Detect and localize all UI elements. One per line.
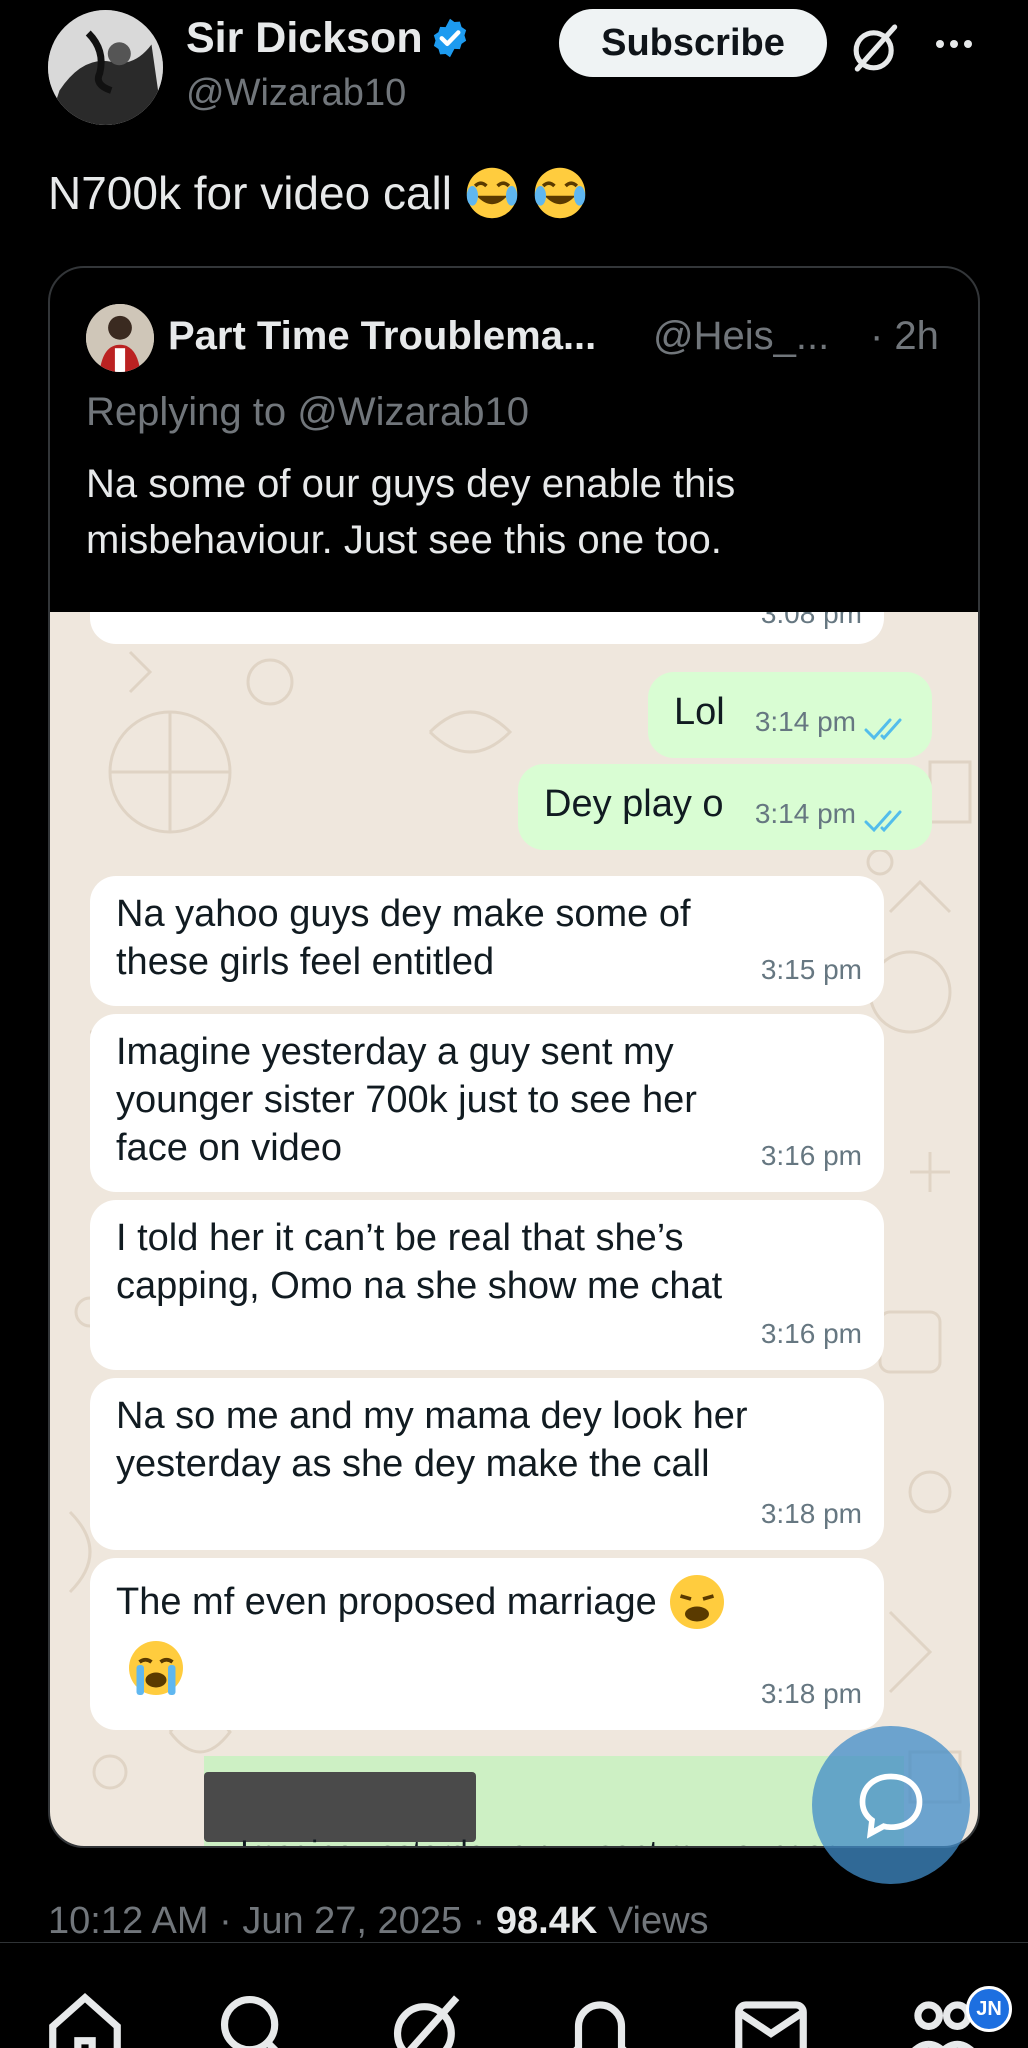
- message-line: yesterday as she dey make the call: [116, 1443, 710, 1485]
- tweet-date: Jun 27, 2025: [242, 1900, 463, 1942]
- message-time: 3:08 pm: [760, 612, 862, 629]
- more-icon[interactable]: [930, 20, 978, 68]
- message-line: capping, Omo na she show me chat: [116, 1265, 723, 1307]
- views-count[interactable]: 98.4K: [496, 1900, 597, 1942]
- subscribe-button[interactable]: Subscribe: [559, 9, 827, 77]
- chat-screenshot[interactable]: 3:08 pm Lol 3:14 pm Dey play o 3:14 pm N…: [50, 612, 978, 1846]
- chat-bubble-outgoing: Lol 3:14 pm: [648, 672, 932, 758]
- compose-message-button[interactable]: [812, 1726, 970, 1884]
- replying-to[interactable]: Replying to @Wizarab10: [86, 390, 529, 435]
- search-icon[interactable]: [212, 1987, 298, 2048]
- author-avatar[interactable]: [48, 10, 163, 125]
- bottom-navigation: [0, 1942, 1028, 2048]
- weary-face-emoji-icon: [667, 1572, 727, 1632]
- message-line: face on video: [116, 1127, 343, 1169]
- message-time: 3:18 pm: [760, 1678, 862, 1709]
- chat-bubble-incoming: Imagine yesterday a guy sent my younger …: [90, 1014, 884, 1192]
- quoted-author-avatar[interactable]: [86, 304, 154, 372]
- message-line: The mf even proposed marriage: [116, 1581, 657, 1623]
- author-handle[interactable]: @Wizarab10: [186, 72, 406, 115]
- quoted-time: · 2h: [870, 314, 939, 358]
- message-line: Imagine yesterday a guy sent my: [116, 1031, 674, 1073]
- message-line: Na yahoo guys dey make some of: [116, 893, 691, 935]
- quoted-tweet[interactable]: Part Time Troublema... @Heis_... · 2h Re…: [48, 266, 980, 1848]
- message-text: Na yahoo guys dey make some of these gir…: [116, 890, 691, 986]
- message-line: I told her it can’t be real that she’s: [116, 1217, 684, 1259]
- views-label: Views: [607, 1900, 709, 1942]
- tweet-time: 10:12 AM: [48, 1900, 209, 1942]
- message-text: Na so me and my mama dey look her yester…: [116, 1392, 748, 1488]
- quoted-handle[interactable]: @Heis_...: [653, 314, 829, 359]
- redaction-box: [204, 1772, 476, 1842]
- crying-face-emoji-icon: [126, 1638, 186, 1698]
- notifications-icon[interactable]: [557, 1987, 643, 2048]
- author-display-name[interactable]: Sir Dickson: [186, 14, 423, 63]
- messages-icon[interactable]: [728, 1987, 814, 2048]
- chat-bubble-outgoing: Dey play o 3:14 pm: [518, 764, 932, 850]
- laughing-crying-emoji-icon: [532, 165, 588, 221]
- tweet-text: N700k for video call: [48, 165, 588, 221]
- chat-bubble-icon: [859, 1773, 923, 1839]
- message-text: Lol: [674, 691, 725, 733]
- message-text: Dey play o: [544, 783, 724, 825]
- message-line: younger sister 700k just to see her: [116, 1079, 697, 1121]
- message-text: I told her it can’t be real that she’s c…: [116, 1214, 722, 1310]
- read-receipt-icon: [864, 718, 902, 741]
- chat-bubble-incoming: Na so me and my mama dey look her yester…: [90, 1378, 884, 1550]
- message-time: 3:18 pm: [760, 1498, 862, 1529]
- reply-preview-text: Imagine yesterday a guy sent my younger: [240, 1834, 834, 1846]
- chat-bubble-incoming: Na yahoo guys dey make some of these gir…: [90, 876, 884, 1006]
- message-text: The mf even proposed marriage: [116, 1572, 727, 1632]
- tweet-meta: 10:12 AM · Jun 27, 2025 · 98.4K Views: [48, 1900, 709, 1942]
- message-line: these girls feel entitled: [116, 941, 495, 983]
- grok-icon[interactable]: [385, 1987, 471, 2048]
- watermark-badge: JN: [966, 1986, 1012, 2032]
- message-time: 3:14 pm: [754, 798, 856, 829]
- chat-bubble-incoming: I told her it can’t be real that she’s c…: [90, 1200, 884, 1370]
- quoted-display-name[interactable]: Part Time Troublema...: [168, 314, 596, 359]
- message-time: 3:16 pm: [760, 1318, 862, 1349]
- chat-bubble-partial: 3:08 pm: [90, 612, 884, 644]
- read-receipt-icon: [864, 810, 902, 833]
- laughing-crying-emoji-icon: [464, 165, 520, 221]
- quoted-text: Na some of our guys dey enable this misb…: [86, 462, 736, 562]
- message-time: 3:14 pm: [754, 706, 856, 737]
- verified-badge-icon: [433, 18, 467, 58]
- message-time: 3:16 pm: [760, 1140, 862, 1171]
- message-text: Imagine yesterday a guy sent my younger …: [116, 1028, 697, 1172]
- grok-icon[interactable]: [848, 20, 904, 76]
- message-time: 3:15 pm: [760, 954, 862, 985]
- tweet-text-body: N700k for video call: [48, 167, 452, 219]
- chat-bubble-incoming: The mf even proposed marriage 3:18 pm: [90, 1558, 884, 1730]
- home-icon[interactable]: [42, 1987, 128, 2048]
- message-line: Na so me and my mama dey look her: [116, 1395, 748, 1437]
